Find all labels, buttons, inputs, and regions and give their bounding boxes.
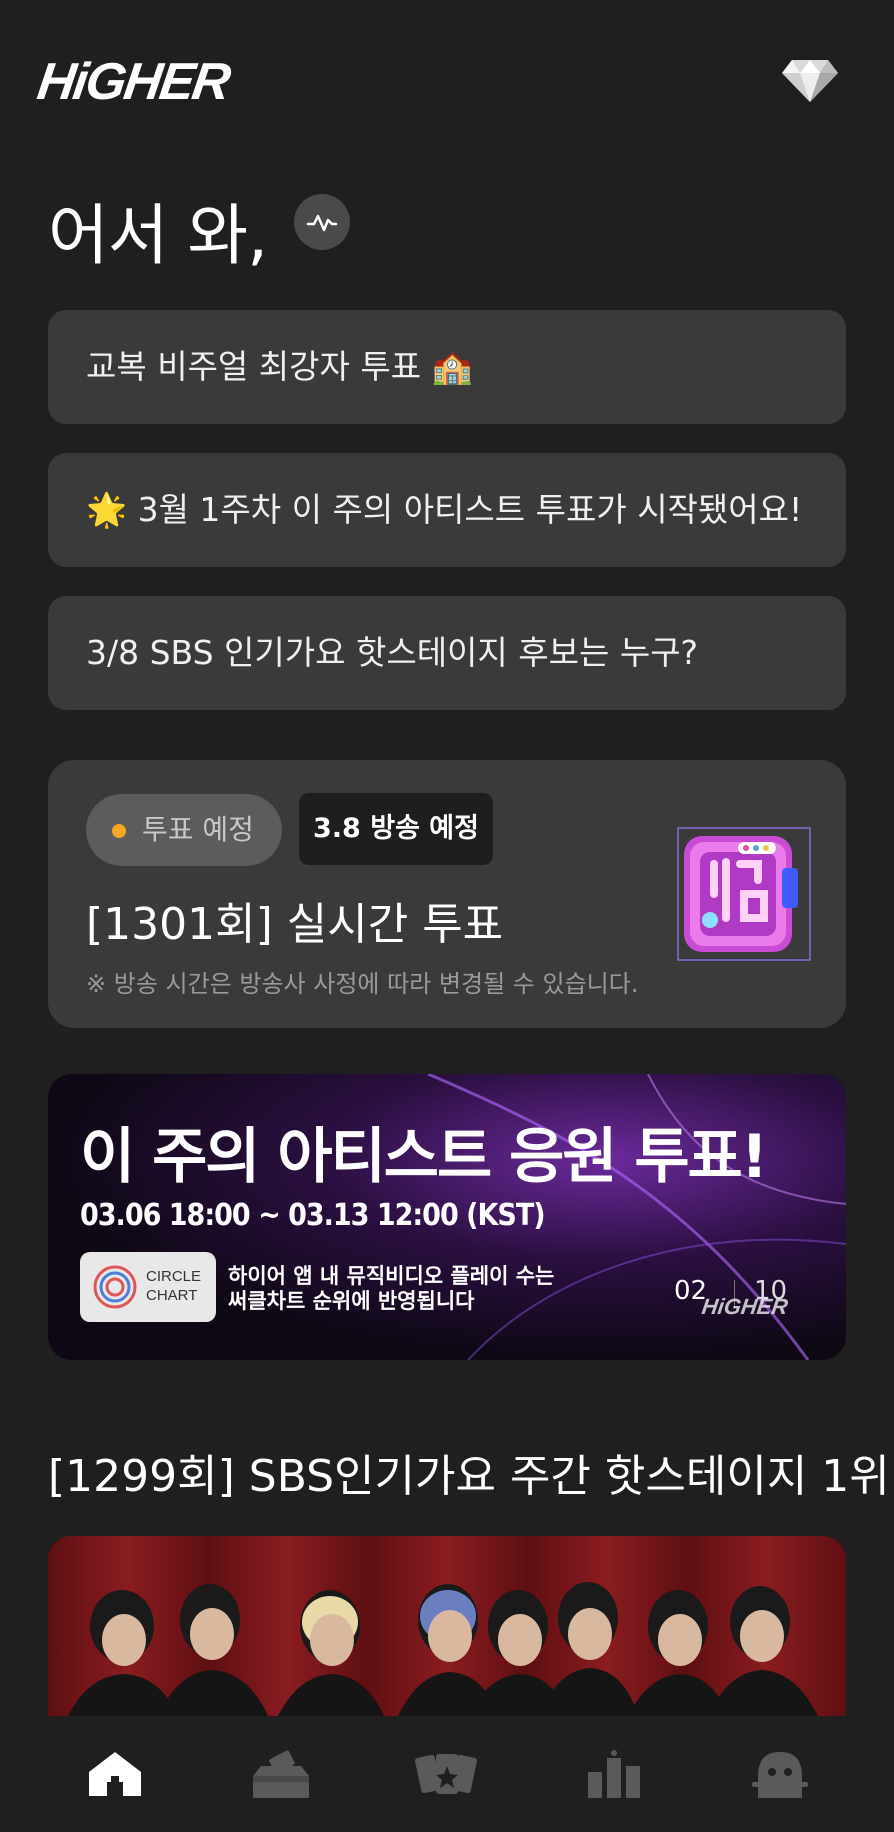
notice-item[interactable]: 🌟 3월 1주차 이 주의 아티스트 투표가 시작됐어요! (48, 453, 846, 567)
circle-chart-logo: CIRCLE CHART (80, 1252, 216, 1322)
banner-description: 하이어 앱 내 뮤직비디오 플레이 수는 써클차트 순위에 반영됩니다 (228, 1264, 554, 1314)
vote-title: [1301회] 실시간 투표 (86, 899, 504, 950)
promo-banner[interactable]: 이 주의 아티스트 응원 투표! 03.06 18:00 ~ 03.13 12:… (48, 1074, 846, 1360)
vote-note: ※ 방송 시간은 방송사 사정에 따라 변경될 수 있습니다. (86, 970, 639, 998)
profile-icon[interactable] (748, 1746, 812, 1802)
hot-stage-photo[interactable] (48, 1536, 846, 1716)
app-header: HiGHER (0, 0, 894, 170)
home-icon[interactable] (83, 1746, 147, 1802)
notice-item[interactable]: 3/8 SBS 인기가요 핫스테이지 후보는 누구? (48, 596, 846, 710)
vote-status-pill: 투표 예정 (86, 794, 282, 866)
notice-text: 🌟 3월 1주차 이 주의 아티스트 투표가 시작됐어요! (86, 490, 803, 529)
status-dot (112, 824, 126, 838)
banner-watermark: HiGHER (700, 1294, 790, 1319)
banner-desc-line2: 써클차트 순위에 반영됩니다 (228, 1289, 475, 1313)
cards-icon[interactable] (414, 1746, 478, 1802)
pulse-badge[interactable] (294, 194, 350, 250)
section-title: [1299회] SBS인기가요 주간 핫스테이지 1위 (48, 1451, 890, 1502)
bottom-tab-bar (0, 1716, 894, 1832)
notice-item[interactable]: 교복 비주얼 최강자 투표 🏫 (48, 310, 846, 424)
live-vote-card[interactable]: 투표 예정 3.8 방송 예정 [1301회] 실시간 투표 ※ 방송 시간은 … (48, 760, 846, 1028)
air-date-text: 3.8 방송 예정 (313, 813, 479, 844)
vote-status-text: 투표 예정 (142, 813, 254, 846)
notice-text: 3/8 SBS 인기가요 핫스테이지 후보는 누구? (86, 633, 699, 672)
group-photo-image (48, 1536, 846, 1716)
show-logo-image (677, 827, 811, 961)
circle-chart-line2: CHART (146, 1287, 198, 1304)
air-date-badge: 3.8 방송 예정 (299, 793, 493, 865)
banner-date: 03.06 18:00 ~ 03.13 12:00 (KST) (80, 1198, 546, 1233)
notice-text: 교복 비주얼 최강자 투표 🏫 (86, 347, 473, 386)
diamond-icon[interactable] (780, 56, 840, 106)
circle-chart-icon (93, 1265, 137, 1309)
circle-chart-line1: CIRCLE (146, 1268, 202, 1285)
banner-pager: 02 10 HiGHER (666, 1266, 806, 1326)
banner-desc-line1: 하이어 앱 내 뮤직비디오 플레이 수는 (228, 1264, 555, 1288)
app-logo[interactable]: HiGHER (34, 52, 233, 112)
vote-box-icon[interactable] (249, 1746, 313, 1802)
circle-chart-text: CIRCLE CHART (146, 1267, 201, 1305)
pulse-icon (306, 214, 338, 232)
ranking-icon[interactable] (582, 1746, 646, 1802)
welcome-greeting: 어서 와, (48, 197, 268, 274)
banner-title: 이 주의 아티스트 응원 투표! (80, 1122, 768, 1192)
